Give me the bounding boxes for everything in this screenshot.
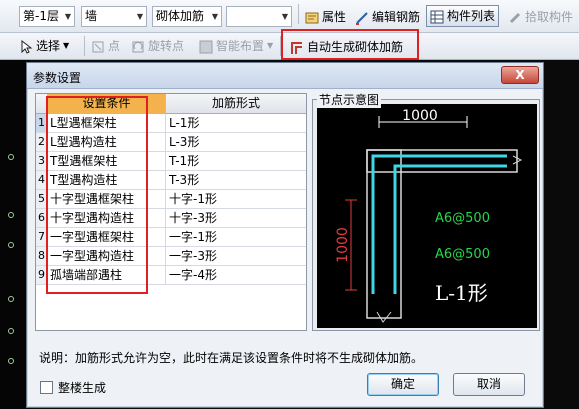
- point-icon: [91, 39, 105, 53]
- chevron-down-icon: ▼: [64, 12, 71, 21]
- description-note: 说明：加筋形式允许为空，此时在满足该设置条件时将不生成砌体加筋。: [39, 351, 424, 365]
- component-type-select[interactable]: 墙 ▼: [81, 6, 147, 27]
- chevron-down-icon: ▼: [267, 41, 274, 50]
- checkbox-label: 整楼生成: [58, 381, 107, 395]
- toolbar-divider: [298, 4, 299, 24]
- list-icon: [430, 9, 444, 24]
- whole-building-checkbox[interactable]: 整楼生成: [40, 379, 106, 396]
- axis-marker: [8, 296, 14, 302]
- sub-type-select[interactable]: 砌体加筋 ▼: [152, 6, 222, 27]
- cursor-icon: [19, 39, 33, 54]
- smart-layout-icon: [199, 39, 213, 54]
- dialog-title-bar[interactable]: 参数设置 X: [27, 63, 543, 89]
- component-list-button[interactable]: 构件列表: [426, 5, 500, 27]
- pick-component-button[interactable]: 拾取构件: [505, 6, 576, 28]
- property-button[interactable]: 属性: [302, 6, 349, 28]
- dim-label-horizontal: 1000: [402, 108, 438, 124]
- rebar-label-1: A6@500: [435, 211, 490, 226]
- smart-layout-button[interactable]: 智能布置 ▼: [196, 35, 276, 57]
- rebar-form-cell[interactable]: 一字-4形: [166, 266, 306, 284]
- rebar-form-cell[interactable]: 一字-1形: [166, 228, 306, 246]
- axis-marker: [8, 358, 14, 364]
- chevron-down-icon: ▼: [211, 12, 218, 21]
- node-preview-panel: 1000 1000 A6@500 A6@500 L-1形: [312, 99, 540, 331]
- rotate-icon: [131, 39, 145, 53]
- edit-rebar-button[interactable]: 编辑钢筋: [352, 6, 423, 28]
- ok-button[interactable]: 确定: [367, 373, 439, 396]
- property-icon: [305, 10, 319, 24]
- rebar-form-cell[interactable]: T-3形: [166, 171, 306, 189]
- highlight-box-auto-generate: [281, 29, 419, 60]
- axis-marker: [8, 242, 14, 248]
- dim-label-vertical: 1000: [335, 227, 351, 263]
- rebar-form-cell[interactable]: 一字-3形: [166, 247, 306, 265]
- parameter-settings-dialog: 参数设置 X 设置条件 加筋形式 1 L型遇框架柱 L-1形 2 L型遇构造柱 …: [26, 62, 544, 408]
- chevron-down-icon: ▼: [63, 41, 70, 50]
- preview-group-label: 节点示意图: [317, 91, 382, 108]
- close-button[interactable]: X: [501, 66, 539, 84]
- node-diagram: 1000 1000 A6@500 A6@500 L-1形: [317, 104, 537, 328]
- edit-rebar-icon: [355, 10, 369, 25]
- select-button[interactable]: 选择 ▼: [16, 35, 72, 57]
- point-button[interactable]: 点: [88, 35, 123, 57]
- shape-label: L-1形: [435, 281, 488, 305]
- axis-marker: [8, 328, 14, 334]
- checkbox-box[interactable]: [40, 381, 53, 394]
- chevron-down-icon: ▼: [136, 12, 143, 21]
- rotate-point-button[interactable]: 旋转点: [128, 35, 187, 57]
- toolbar-divider: [84, 36, 85, 56]
- rebar-form-cell[interactable]: 十字-3形: [166, 209, 306, 227]
- component-name-select[interactable]: ▼: [226, 6, 292, 27]
- rebar-form-cell[interactable]: T-1形: [166, 152, 306, 170]
- rebar-label-2: A6@500: [435, 247, 490, 262]
- rebar-form-cell[interactable]: L-1形: [166, 114, 306, 132]
- floor-select[interactable]: 第-1层 ▼: [19, 6, 75, 27]
- eyedropper-icon: [508, 10, 522, 24]
- rebar-form-cell[interactable]: L-3形: [166, 133, 306, 151]
- rebar-form-cell[interactable]: 十字-1形: [166, 190, 306, 208]
- chevron-down-icon: ▼: [281, 12, 288, 21]
- cancel-button[interactable]: 取消: [453, 373, 525, 396]
- axis-marker: [8, 154, 14, 160]
- axis-marker: [8, 212, 14, 218]
- column-header-rebar-form[interactable]: 加筋形式: [166, 94, 306, 114]
- dialog-title: 参数设置: [33, 71, 82, 85]
- highlight-box-conditions: [46, 96, 148, 294]
